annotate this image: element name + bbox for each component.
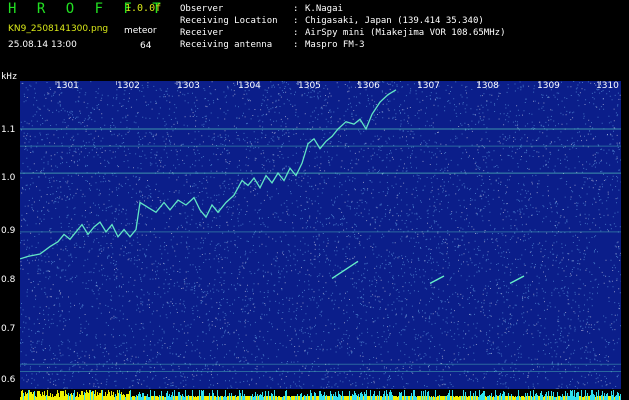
x-tick-label: 1306 — [357, 81, 380, 91]
header-panel: H R O F F T 1.0.0f KN9_2508141300.png me… — [0, 0, 629, 76]
meteor-echo — [509, 275, 525, 284]
y-tick-label: 1.0 — [1, 173, 16, 183]
x-tick-label: 1309 — [537, 81, 560, 91]
x-tick-label: 1305 — [298, 81, 321, 91]
info-sep: : — [293, 16, 299, 26]
signal-level-bar — [20, 389, 621, 400]
y-axis-unit: kHz — [1, 72, 18, 82]
info-sep: : — [293, 28, 299, 38]
info-label: Receiver — [180, 28, 224, 38]
y-tick-label: 1.1 — [1, 125, 16, 135]
info-value: AirSpy mini (Miakejima VOR 108.65MHz) — [305, 28, 506, 38]
info-sep: : — [293, 40, 299, 50]
spectrogram-plot — [20, 81, 621, 390]
mode-label: meteor — [124, 26, 157, 36]
file-name: KN9_2508141300.png — [8, 24, 109, 34]
info-value: Maspro FM-3 — [305, 40, 365, 50]
info-row-antenna: Receiving antenna: Maspro FM-3 — [180, 39, 505, 51]
x-tick-label: 1301 — [56, 81, 79, 91]
info-row-observer: Observer: K.Nagai — [180, 3, 505, 15]
y-tick-label: 0.7 — [1, 324, 16, 334]
info-value: K.Nagai — [305, 4, 343, 14]
signal-level-svg — [20, 390, 621, 400]
info-value: Chigasaki, Japan (139.414 35.340) — [305, 16, 484, 26]
x-tick-label: 1308 — [476, 81, 499, 91]
info-label: Receiving antenna — [180, 40, 273, 50]
x-tick-label: 1303 — [177, 81, 200, 91]
spectrogram-svg — [20, 81, 621, 390]
info-label: Receiving Location — [180, 16, 278, 26]
count: 64 — [140, 41, 152, 51]
x-tick-label: 1310 — [596, 81, 619, 91]
info-sep: : — [293, 4, 299, 14]
datetime: 25.08.14 13:00 — [8, 40, 77, 50]
x-tick-label: 1304 — [238, 81, 261, 91]
info-row-receiver: Receiver: AirSpy mini (Miakejima VOR 108.… — [180, 27, 505, 39]
x-tick-label: 1307 — [417, 81, 440, 91]
y-tick-label: 0.9 — [1, 226, 16, 236]
app-version: 1.0.0f — [125, 3, 162, 14]
station-info: Observer: K.Nagai Receiving Location: Chig… — [180, 3, 505, 51]
y-tick-label: 0.6 — [1, 375, 16, 385]
info-row-location: Receiving Location: Chigasaki, Japan (139… — [180, 15, 505, 27]
meteor-echo — [429, 275, 445, 284]
x-tick-label: 1302 — [117, 81, 140, 91]
info-label: Observer — [180, 4, 224, 14]
y-tick-label: 0.8 — [1, 275, 16, 285]
